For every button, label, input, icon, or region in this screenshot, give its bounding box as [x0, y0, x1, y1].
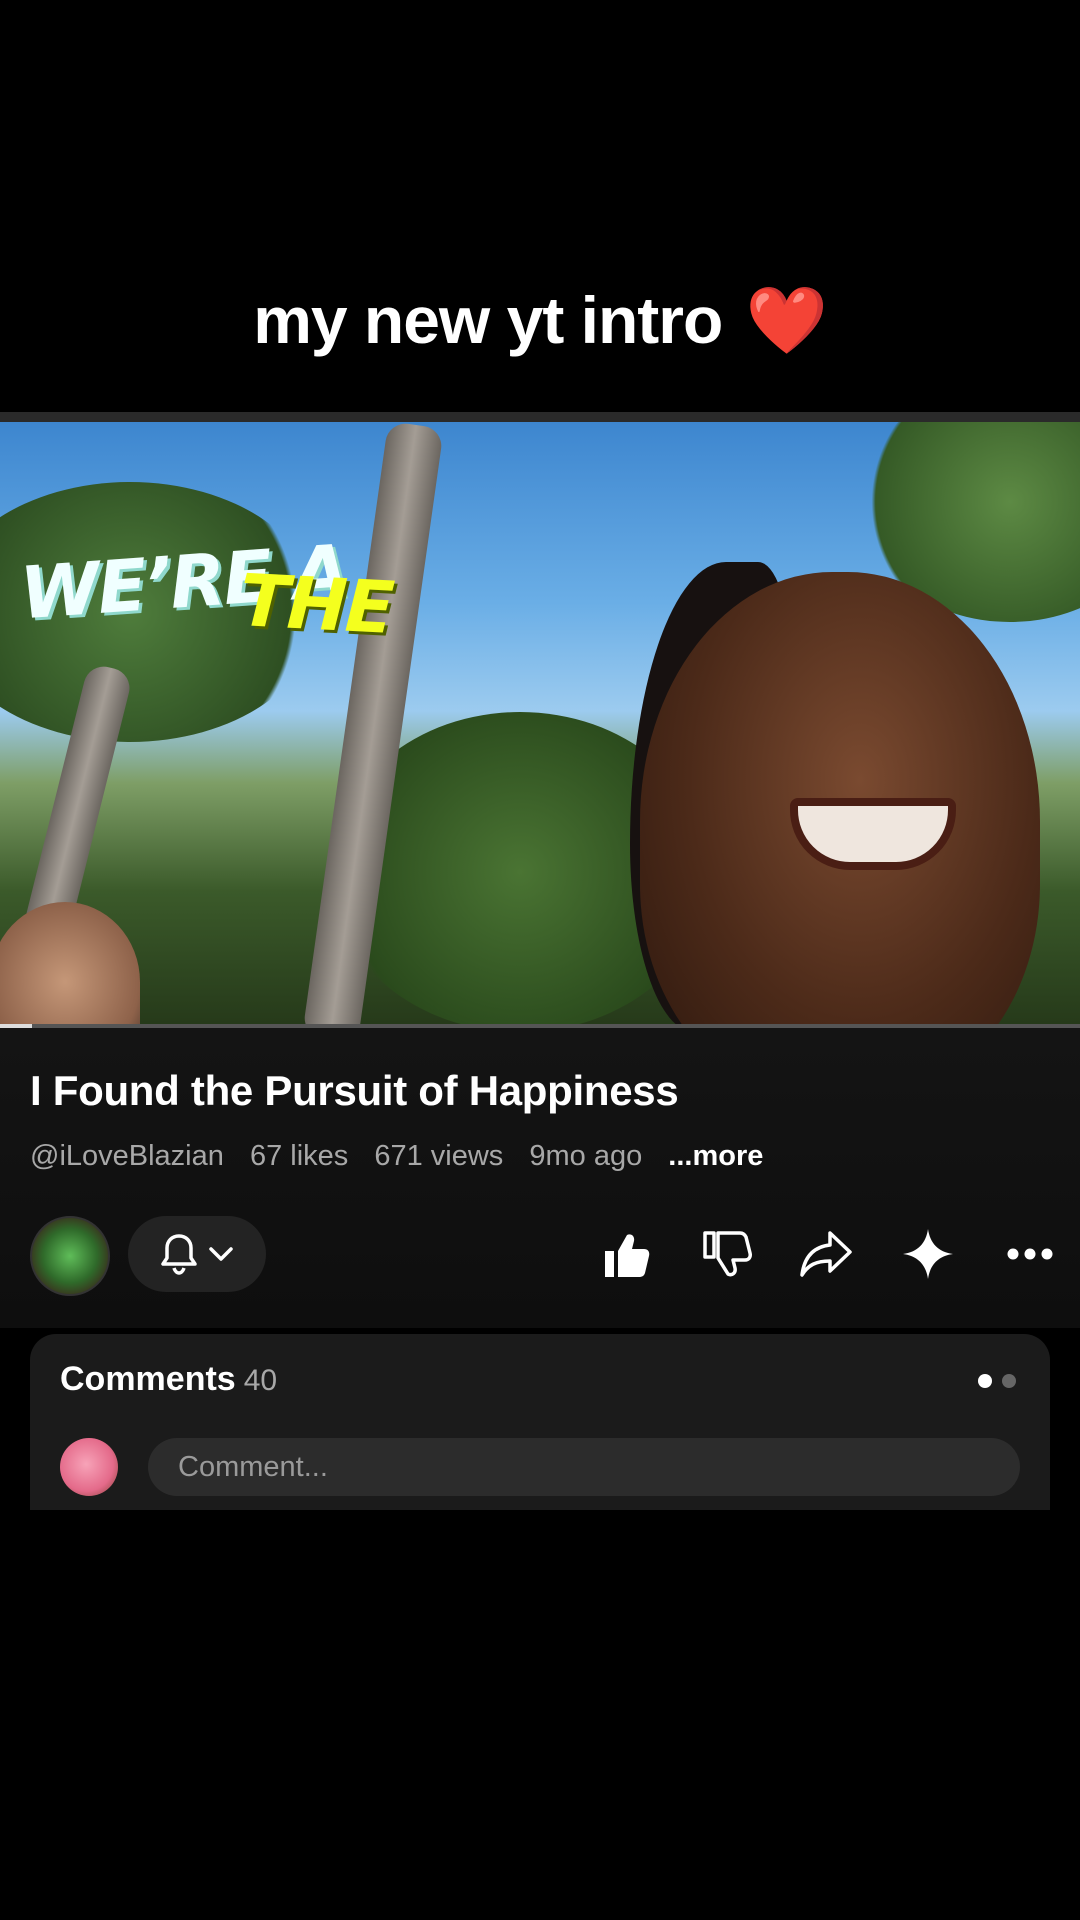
video-overlay-text-2: THE: [237, 558, 395, 650]
dislike-button[interactable]: [698, 1226, 754, 1282]
heart-emoji: ❤️: [745, 283, 828, 357]
user-avatar: [60, 1438, 118, 1496]
person-left: [0, 902, 140, 1024]
ask-ai-button[interactable]: [900, 1226, 956, 1282]
views-count: 671 views: [374, 1140, 504, 1172]
comments-panel[interactable]: Comments 40: [30, 1334, 1050, 1510]
share-button[interactable]: [798, 1226, 854, 1282]
video-top-border: [0, 412, 1080, 422]
comments-count: 40: [243, 1364, 278, 1397]
pager-dots: [978, 1374, 1016, 1388]
more-options-button[interactable]: [1002, 1226, 1058, 1282]
pager-dot: [1002, 1374, 1016, 1388]
channel-avatar[interactable]: [30, 1216, 110, 1296]
bell-icon: [161, 1234, 197, 1275]
comment-input[interactable]: [148, 1438, 1020, 1496]
thumbs-down-icon: [703, 1231, 752, 1277]
comments-header: Comments 40: [60, 1360, 277, 1399]
share-icon: [800, 1231, 852, 1277]
channel-handle[interactable]: @iLoveBlazian: [30, 1140, 224, 1172]
video-title[interactable]: I Found the Pursuit of Happiness: [30, 1067, 679, 1115]
chevron-down-icon: [209, 1247, 233, 1261]
video-player[interactable]: WE’RE A THE: [0, 422, 1080, 1024]
comments-title: Comments: [60, 1360, 236, 1398]
caption-text: my new yt intro: [253, 283, 723, 357]
upload-age: 9mo ago: [529, 1140, 643, 1172]
thumbs-up-icon: [605, 1234, 650, 1277]
video-caption: my new yt intro ❤️: [0, 282, 1080, 360]
sparkle-icon: [903, 1229, 953, 1279]
like-button[interactable]: [598, 1226, 654, 1282]
pager-dot-active: [978, 1374, 992, 1388]
video-meta: @iLoveBlazian 67 likes 671 views 9mo ago…: [30, 1140, 781, 1173]
more-icon: [1007, 1248, 1053, 1260]
more-link[interactable]: ...more: [668, 1140, 763, 1172]
likes-count: 67 likes: [249, 1140, 349, 1172]
notifications-button[interactable]: [128, 1216, 266, 1292]
